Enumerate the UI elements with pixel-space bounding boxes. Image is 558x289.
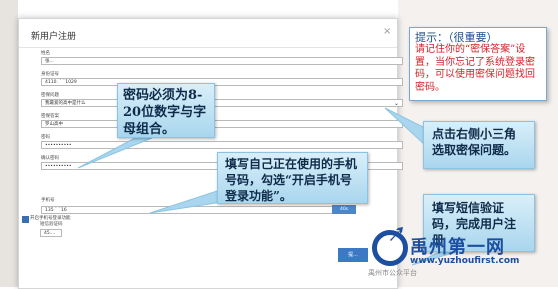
tip-body: 请记住你的“密保答案”设置，当你忘记了系统登录密码，可以使用密保问题找回密码。	[415, 44, 535, 93]
watermark: 禹州市公众平台	[368, 269, 417, 277]
security-question-callout: 点击右侧小三角选取密保问题。	[423, 121, 535, 169]
question-callout-pointer	[384, 107, 426, 147]
logo-url: www.yuzhoufirst.com	[410, 256, 520, 266]
password-callout-pointer	[77, 137, 153, 169]
password-callout: 密码必须为8-20位数字与字母组合。	[117, 83, 215, 138]
logo-arrow-icon	[390, 227, 403, 241]
phone-callout: 填写自己正在使用的手机号码，勾选“开启手机号登录功能”。	[217, 152, 368, 204]
tip-title: 提示：（很重要）	[415, 31, 498, 44]
important-tip-box: 提示：（很重要） 请记住你的“密保答案”设置，当你忘记了系统登录密码，可以使用密…	[409, 27, 547, 101]
